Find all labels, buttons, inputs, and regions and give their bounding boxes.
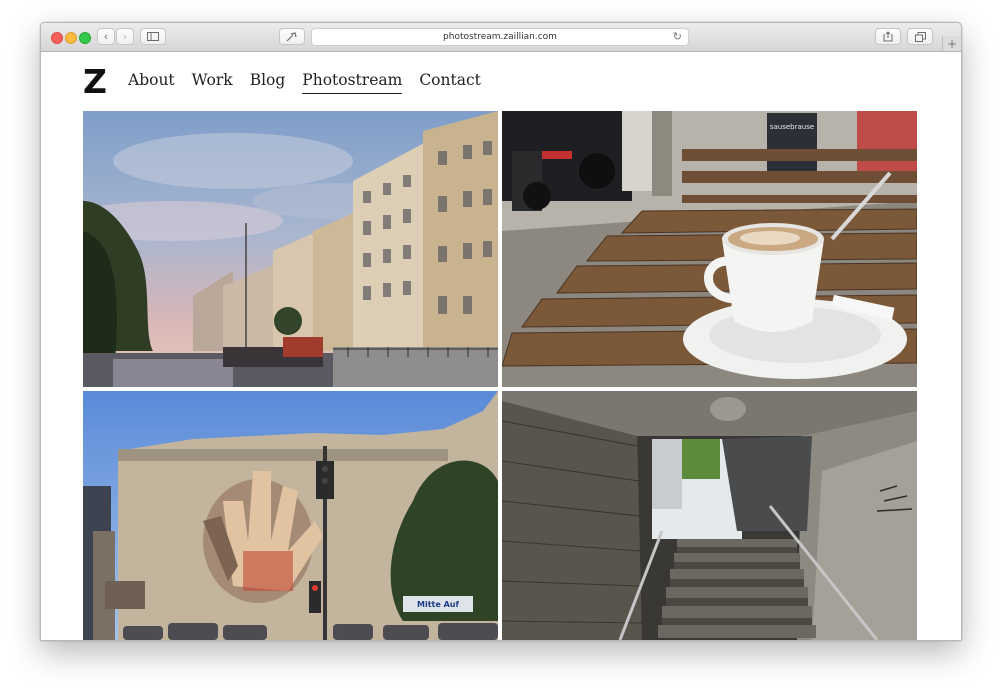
wall-sign-text: Mitte Auf	[417, 600, 459, 609]
browser-window: ‹ › photostream.zaillian.com ↻ + Z About…	[40, 22, 962, 641]
browser-toolbar: ‹ › photostream.zaillian.com ↻ +	[41, 23, 961, 52]
back-button[interactable]: ‹	[97, 28, 115, 45]
minimize-window-button[interactable]	[65, 32, 77, 44]
canal-image	[83, 111, 498, 387]
nav-item-contact[interactable]: Contact	[419, 70, 481, 94]
photo-mural[interactable]: Mitte Auf	[83, 391, 498, 640]
nav-item-work[interactable]: Work	[192, 70, 233, 94]
stairs-image	[502, 391, 917, 640]
url-text: photostream.zaillian.com	[443, 32, 557, 42]
tabs-icon	[914, 31, 926, 42]
address-bar[interactable]: photostream.zaillian.com ↻	[311, 28, 689, 46]
tools-icon	[286, 31, 297, 41]
new-tab-button[interactable]: +	[942, 36, 961, 51]
sidebar-icon	[147, 32, 159, 41]
mural-image: Mitte Auf	[83, 391, 498, 640]
nav-item-about[interactable]: About	[128, 70, 175, 94]
main-nav: About Work Blog Photostream Contact	[128, 70, 498, 94]
extension-button[interactable]	[279, 28, 305, 45]
chevron-right-icon: ›	[122, 30, 128, 43]
plus-icon: +	[946, 36, 958, 51]
photo-coffee[interactable]: sausebrause	[502, 111, 917, 387]
nav-item-blog[interactable]: Blog	[250, 70, 286, 94]
site-logo[interactable]: Z	[83, 65, 107, 99]
sidebar-button[interactable]	[140, 28, 166, 45]
photo-canal[interactable]	[83, 111, 498, 387]
coffee-image: sausebrause	[502, 111, 917, 387]
page-content: Z About Work Blog Photostream Contact sa…	[41, 52, 961, 640]
close-window-button[interactable]	[51, 32, 63, 44]
share-button[interactable]	[875, 28, 901, 45]
chevron-left-icon: ‹	[103, 30, 109, 43]
photo-stairs[interactable]	[502, 391, 917, 640]
reload-icon[interactable]: ↻	[673, 30, 682, 43]
cafe-sign-text: sausebrause	[770, 123, 814, 131]
maximize-window-button[interactable]	[79, 32, 91, 44]
forward-button[interactable]: ›	[116, 28, 134, 45]
share-icon	[883, 31, 893, 42]
tabs-button[interactable]	[907, 28, 933, 45]
nav-item-photostream[interactable]: Photostream	[302, 70, 403, 94]
